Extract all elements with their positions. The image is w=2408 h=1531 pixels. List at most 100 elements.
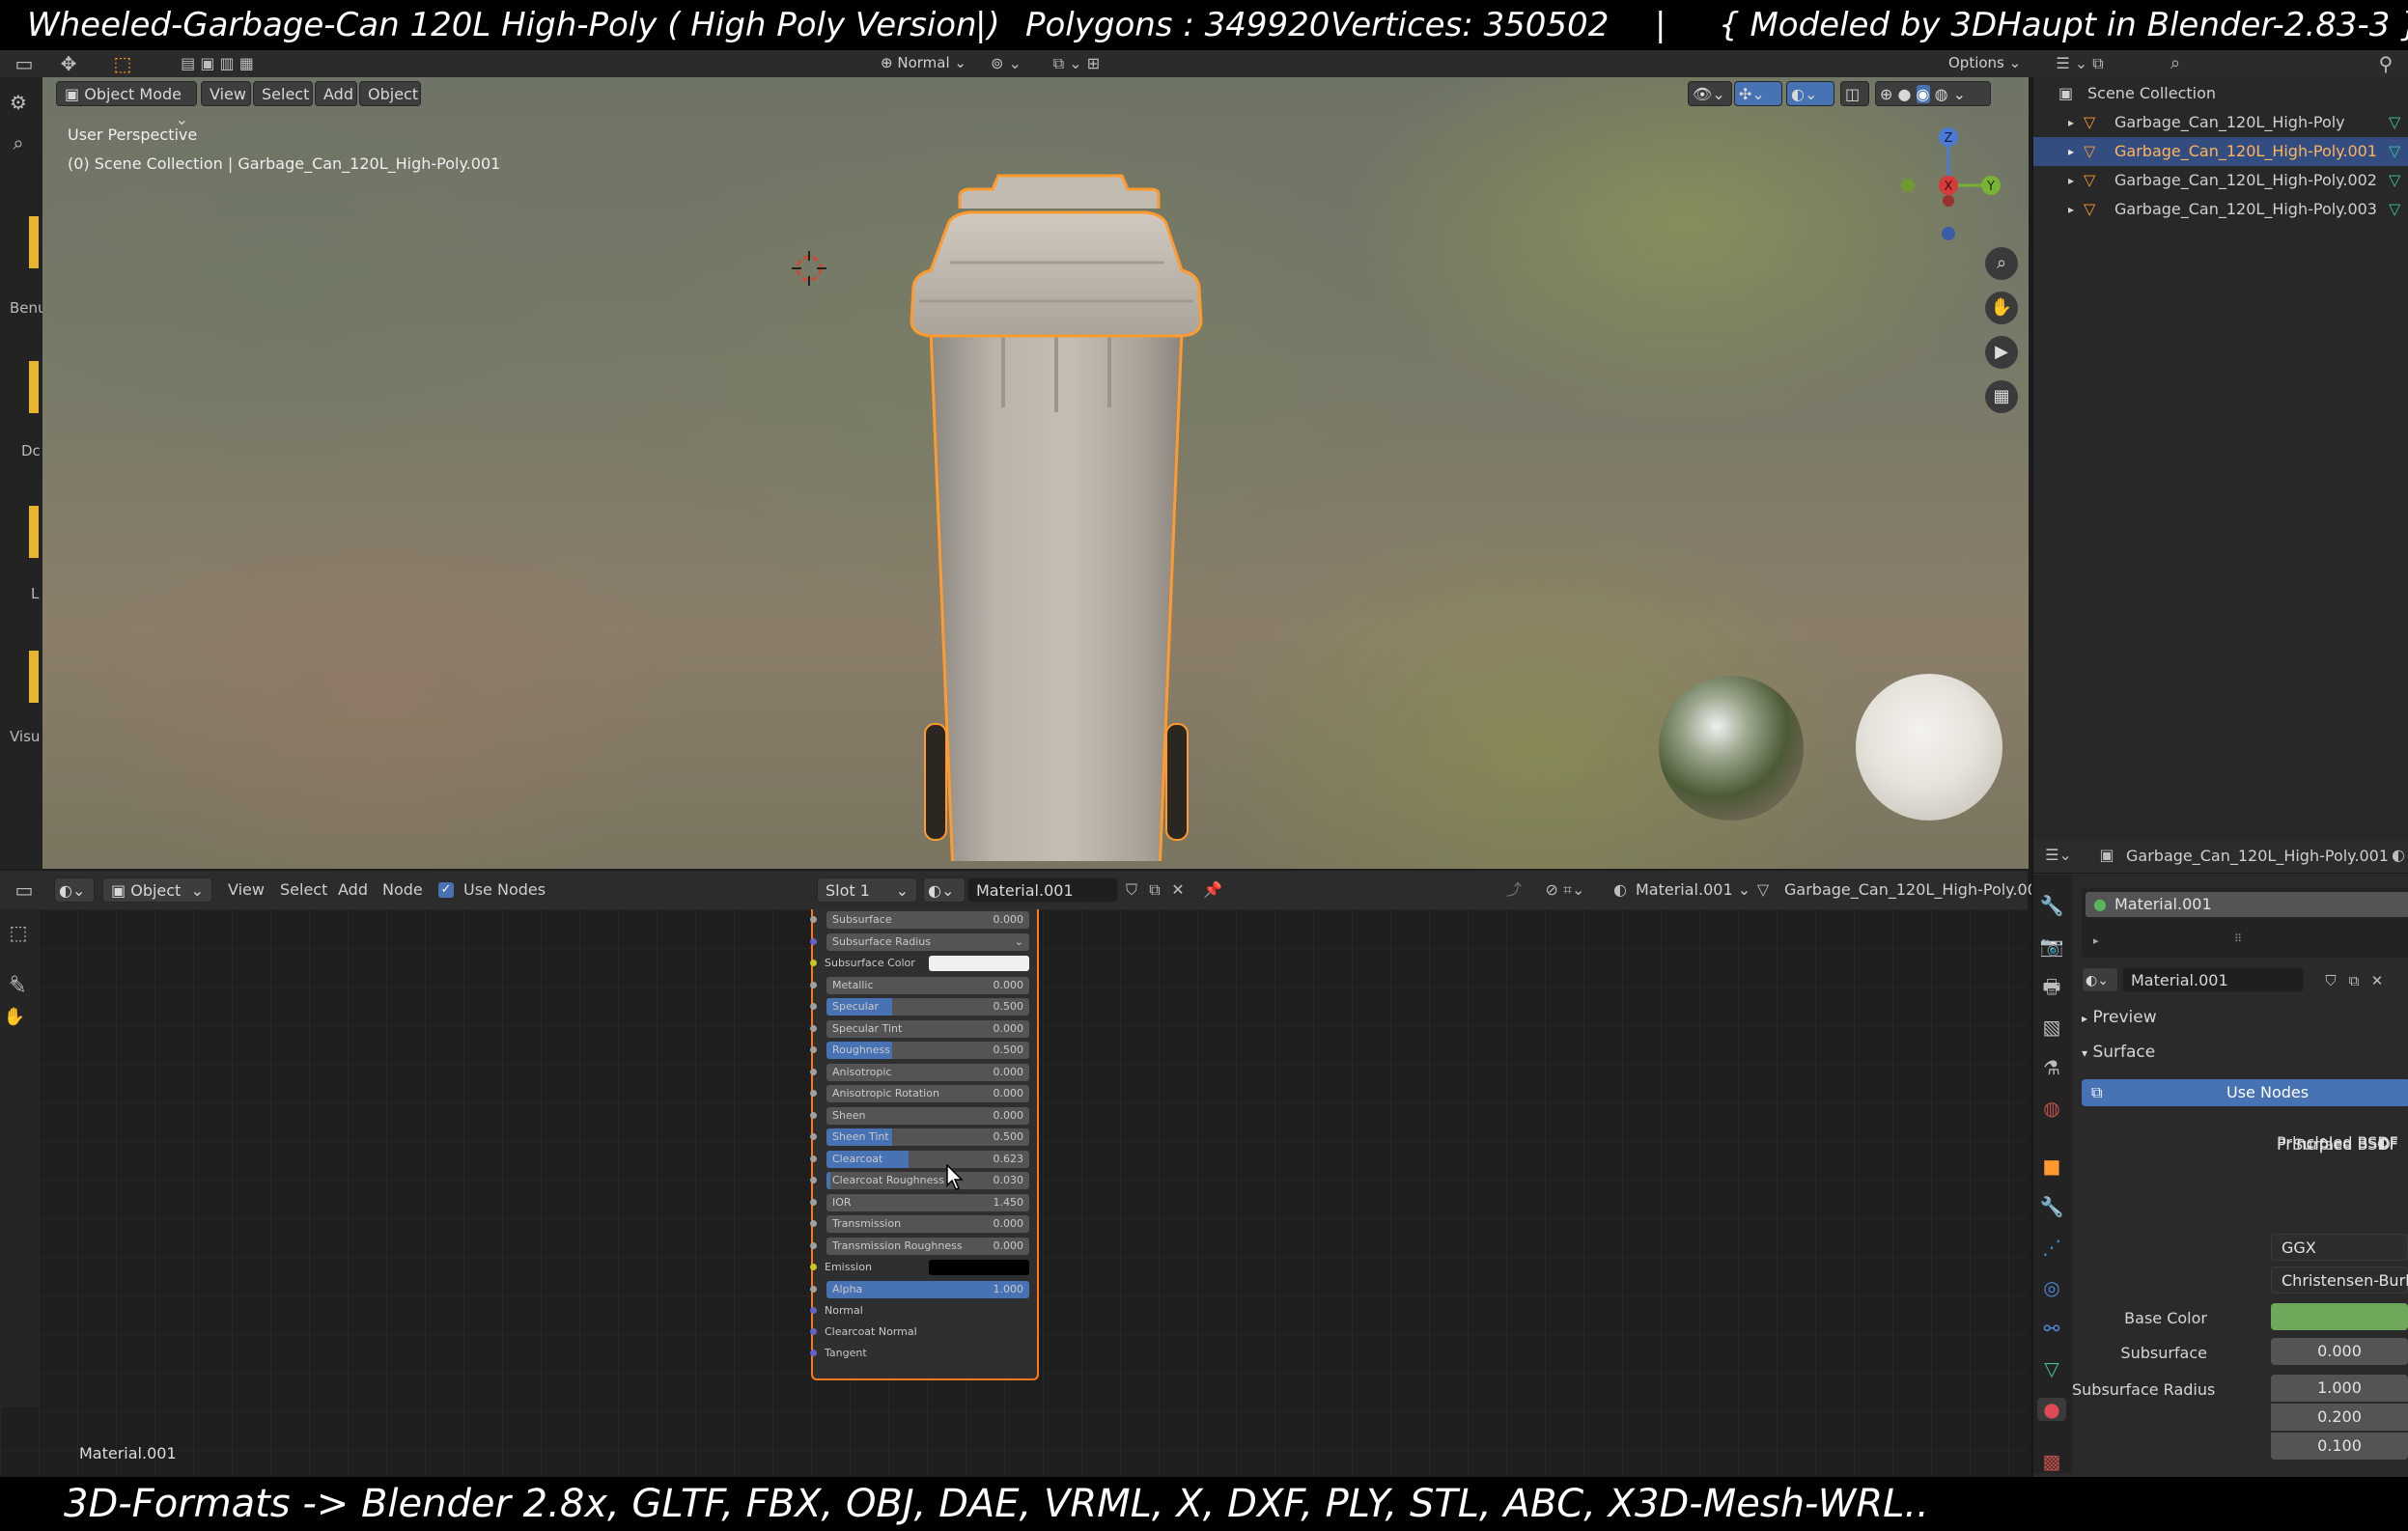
- tool-settings-icon[interactable]: ⚙: [4, 91, 33, 114]
- outliner-item[interactable]: ▸ ▽ Garbage_Can_120L_High-Poly.003 ▽: [2033, 195, 2408, 224]
- bsdf-input-field[interactable]: Transmission Roughness 0.000: [826, 1237, 1029, 1255]
- surface-shader-value-field[interactable]: Principled BSDF: [2271, 1129, 2408, 1156]
- pin-icon[interactable]: ◐: [2387, 844, 2408, 867]
- resize-grip-icon[interactable]: ⠿: [2234, 933, 2242, 945]
- tool-tab-icon[interactable]: 🔧: [2037, 894, 2066, 917]
- bsdf-input-field[interactable]: Clearcoat 0.623: [826, 1150, 1029, 1168]
- bsdf-input-field[interactable]: Sheen 0.000: [826, 1106, 1029, 1125]
- constraints-tab-icon[interactable]: ⚯: [2037, 1317, 2066, 1340]
- preview-panel-header[interactable]: ▸ Preview: [2082, 1008, 2157, 1027]
- input-socket[interactable]: [810, 1046, 817, 1053]
- menu-select[interactable]: Select: [253, 81, 313, 106]
- parent-node-icon[interactable]: ⤴: [1502, 878, 1526, 902]
- outliner-item-selected[interactable]: ▸ ▽ Garbage_Can_120L_High-Poly.001 ▽: [2033, 137, 2408, 166]
- bsdf-input-field[interactable]: Anisotropic Rotation 0.000: [826, 1085, 1029, 1102]
- scene-tab-icon[interactable]: ⚗: [2037, 1056, 2066, 1079]
- subsurface-method-dropdown[interactable]: Christensen-Burley: [2271, 1267, 2408, 1294]
- menu-view[interactable]: View: [228, 877, 265, 903]
- bsdf-input-field[interactable]: Alpha 1.000: [826, 1280, 1029, 1298]
- tool-bar-marker[interactable]: [29, 361, 39, 413]
- bsdf-input-field[interactable]: Specular Tint 0.000: [826, 1019, 1029, 1038]
- snap-icon[interactable]: ⊘ ⌗⌄: [1531, 878, 1599, 902]
- shader-type-dropdown[interactable]: ▣ Object ⌄: [102, 877, 212, 903]
- object-tab-icon[interactable]: ■: [2037, 1155, 2066, 1178]
- output-tab-icon[interactable]: 🖶: [2037, 975, 2066, 998]
- fake-user-shield-icon[interactable]: ⛉: [2319, 969, 2342, 992]
- input-socket[interactable]: [810, 1090, 817, 1097]
- outliner-item[interactable]: ▸ ▽ Garbage_Can_120L_High-Poly ▽: [2033, 108, 2408, 137]
- material-datablock-field[interactable]: Material.001: [2122, 967, 2304, 992]
- overlays-icon[interactable]: ◐⌄: [1786, 81, 1834, 106]
- pan-hand-icon[interactable]: ✋: [1985, 292, 2018, 324]
- visibility-icon[interactable]: 👁⌄: [1688, 81, 1732, 106]
- use-nodes-button[interactable]: ⧉ Use Nodes: [2082, 1079, 2408, 1106]
- gizmo-toggle-icon[interactable]: ✣⌄: [1734, 81, 1782, 106]
- bsdf-input-field[interactable]: Subsurface 0.000: [826, 911, 1029, 929]
- node-editor-canvas[interactable]: ⬚ ✎ ⌕ ✋ Subsurface 0.000 Subsurface Radius…: [0, 909, 2028, 1477]
- bsdf-input-field[interactable]: Anisotropic 0.000: [826, 1063, 1029, 1081]
- outliner-item[interactable]: ▸ ▽ Garbage_Can_120L_High-Poly.002 ▽: [2033, 166, 2408, 195]
- tool-bar-marker[interactable]: [29, 506, 39, 558]
- outliner-funnel-icon[interactable]: ⚲: [2371, 52, 2400, 75]
- close-icon[interactable]: ✕: [1166, 878, 1190, 902]
- input-socket[interactable]: [810, 981, 817, 988]
- bsdf-input-field[interactable]: Metallic 0.000: [826, 976, 1029, 994]
- bsdf-input-field[interactable]: Transmission 0.000: [826, 1215, 1029, 1233]
- input-socket[interactable]: [810, 1264, 817, 1270]
- editor-type-icon[interactable]: ▭: [10, 52, 39, 75]
- vector-socket[interactable]: [810, 1307, 817, 1314]
- input-socket[interactable]: [810, 1220, 817, 1227]
- input-socket[interactable]: [810, 1155, 817, 1162]
- snap-icon[interactable]: ⧉ ⌄ ⊞: [1033, 52, 1120, 75]
- select-box-icon[interactable]: ⬚: [108, 52, 137, 75]
- menu-view[interactable]: View: [201, 81, 251, 106]
- slot-dropdown[interactable]: Slot 1 ⌄: [817, 877, 917, 903]
- use-nodes-checkbox[interactable]: ✓: [438, 882, 454, 898]
- object-mode-dropdown[interactable]: ▣ Object Mode ⌄: [56, 81, 197, 128]
- bsdf-input-field[interactable]: Sheen Tint 0.500: [826, 1128, 1029, 1146]
- menu-node[interactable]: Node: [382, 877, 423, 903]
- view-layer-tab-icon[interactable]: ▧: [2037, 1016, 2066, 1039]
- menu-select[interactable]: Select: [280, 877, 327, 903]
- material-tab-icon[interactable]: ●: [2037, 1398, 2066, 1421]
- input-socket[interactable]: [810, 916, 817, 923]
- data-tab-icon[interactable]: ▽: [2037, 1357, 2066, 1380]
- editor-mode-icon[interactable]: ◐⌄: [54, 877, 95, 903]
- bsdf-input-field[interactable]: IOR 1.450: [826, 1193, 1029, 1211]
- duplicate-icon[interactable]: ⧉: [1143, 878, 1166, 902]
- selection-mode-icons[interactable]: ▤ ▣ ▥ ▦: [154, 52, 280, 75]
- input-socket[interactable]: [810, 1003, 817, 1010]
- base-color-swatch[interactable]: [2271, 1303, 2408, 1330]
- material-breadcrumb[interactable]: Material.001 ⌄: [1636, 877, 1750, 903]
- input-socket[interactable]: [810, 1198, 817, 1206]
- orientation-dropdown[interactable]: ⊕ Normal ⌄: [881, 50, 966, 75]
- pin-icon[interactable]: 📌: [1201, 878, 1224, 902]
- vector-socket[interactable]: [810, 1328, 817, 1335]
- bsdf-input-field[interactable]: Roughness 0.500: [826, 1042, 1029, 1059]
- bsdf-input-field[interactable]: Clearcoat Roughness 0.030: [826, 1172, 1029, 1189]
- duplicate-icon[interactable]: ⧉: [2342, 969, 2366, 992]
- modifier-tab-icon[interactable]: 🔧: [2037, 1195, 2066, 1218]
- material-slot-row[interactable]: ● Material.001: [2086, 892, 2408, 917]
- input-socket[interactable]: [810, 937, 817, 945]
- xray-icon[interactable]: ◫: [1840, 81, 1869, 106]
- search-icon[interactable]: ⌕: [4, 131, 33, 154]
- select-tool-icon[interactable]: ⬚: [4, 921, 33, 944]
- search-icon[interactable]: ⌕: [2161, 52, 2190, 75]
- render-tab-icon[interactable]: 📷: [2037, 934, 2066, 958]
- input-socket[interactable]: [810, 960, 817, 966]
- input-socket[interactable]: [810, 1024, 817, 1032]
- subsurface-radius-y[interactable]: 0.200: [2271, 1404, 2408, 1431]
- shading-modes[interactable]: ⊕ ● ◉ ◍ ⌄: [1875, 81, 1991, 106]
- physics-tab-icon[interactable]: ◎: [2037, 1276, 2066, 1299]
- 3d-viewport[interactable]: ▣ Object Mode ⌄ View Select Add Object 👁…: [42, 77, 2029, 869]
- camera-icon[interactable]: ▶: [1985, 336, 2018, 369]
- transform-tools-icon[interactable]: ✥: [54, 52, 83, 75]
- texture-tab-icon[interactable]: ▩: [2037, 1450, 2066, 1473]
- outliner-filter-icon[interactable]: ☰ ⌄ ⧉: [2051, 52, 2109, 75]
- navigation-gizmo[interactable]: Z Y X: [1881, 118, 2016, 253]
- subsurface-radius-z[interactable]: 0.100: [2271, 1433, 2408, 1460]
- pan-hand-icon[interactable]: ✋: [0, 1006, 29, 1029]
- material-browse-icon[interactable]: ◐⌄: [2082, 967, 2118, 992]
- input-socket[interactable]: [810, 1241, 817, 1249]
